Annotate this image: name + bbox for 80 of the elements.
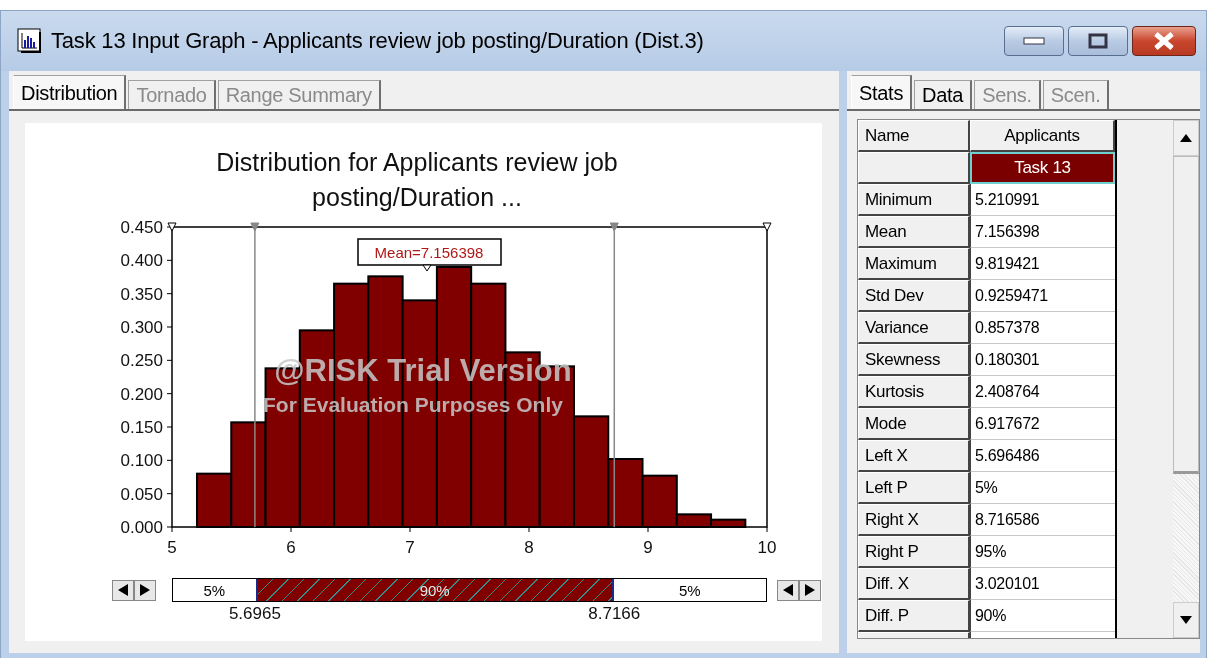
chart-window-icon	[17, 28, 43, 54]
scroll-down-button[interactable]	[1173, 602, 1199, 638]
row-header: Std Dev	[858, 280, 970, 312]
tab[interactable]: Distribution	[13, 75, 127, 109]
table-cell: 2.408764	[970, 376, 1115, 408]
x-axis-label: 7	[405, 538, 415, 557]
table-cell: 7.156398	[970, 216, 1115, 248]
right-arrow-icon	[805, 584, 815, 596]
table-cell: 9.819421	[970, 248, 1115, 280]
column-header[interactable]: Name	[858, 120, 970, 152]
y-axis-label: 0.000	[120, 518, 163, 537]
y-axis-label: 0.300	[120, 318, 163, 337]
range-bound-value: 8.7166	[588, 604, 641, 624]
mean-label: Mean=7.156398	[357, 238, 502, 266]
table-cell: 8.716586	[970, 504, 1115, 536]
table-cell: 3.020101	[970, 568, 1115, 600]
maximize-icon	[1088, 33, 1108, 49]
y-axis-label: 0.400	[120, 251, 163, 271]
row-header: Left X	[858, 440, 970, 472]
table-cell: 0.857378	[970, 312, 1115, 344]
up-arrow-icon	[1180, 134, 1192, 142]
tab[interactable]: Data	[914, 80, 973, 109]
x-axis-label: 6	[286, 538, 296, 557]
row-header: Mean	[858, 216, 970, 248]
table-cell: 0.180301	[970, 344, 1115, 376]
x-axis-label: 9	[643, 538, 653, 557]
maximize-button[interactable]	[1068, 26, 1128, 56]
x-axis-label: 10	[757, 538, 777, 557]
nudge-right-button[interactable]	[134, 579, 156, 601]
row-header: Mode	[858, 408, 970, 440]
row-header: Maximum	[858, 248, 970, 280]
table-cell: 6.917672	[970, 408, 1115, 440]
window-title: Task 13 Input Graph - Applicants review job posting/Duration (Dist.3)	[51, 28, 705, 54]
y-axis-label: 0.250	[120, 351, 163, 371]
delimiter-marker-icon[interactable]	[609, 222, 619, 232]
y-axis-label: 0.100	[120, 451, 163, 471]
minimize-icon	[1023, 37, 1045, 45]
table-cell: 5%	[970, 472, 1115, 504]
left-arrow-icon	[118, 584, 128, 596]
left-arrow-icon	[783, 584, 793, 596]
row-header: Right P	[858, 536, 970, 568]
row-header: Skewness	[858, 344, 970, 376]
tab[interactable]: Stats	[851, 75, 913, 109]
table-cell: 5.210991	[970, 184, 1115, 216]
table-cell: 0.9259471	[970, 280, 1115, 312]
row-header: Right X	[858, 504, 970, 536]
right-arrow-icon	[140, 584, 150, 596]
table-cell: 90%	[970, 600, 1115, 632]
scroll-up-button[interactable]	[1173, 120, 1199, 156]
table-cell: 95%	[970, 536, 1115, 568]
delimiter-marker-icon[interactable]	[762, 222, 772, 232]
delimiter-marker-icon[interactable]	[167, 222, 177, 232]
column-header[interactable]: Applicants	[970, 120, 1115, 152]
table-cell: 5.696486	[970, 440, 1115, 472]
nudge-left-button[interactable]	[112, 579, 134, 601]
mean-marker-icon	[422, 264, 432, 272]
nudge-left-button[interactable]	[777, 579, 799, 601]
range-bound-value: 5.6965	[228, 604, 281, 624]
y-axis-label: 0.050	[120, 484, 163, 504]
y-axis-label: 0.350	[120, 284, 163, 304]
row-header: Variance	[858, 312, 970, 344]
y-axis-label: 0.450	[120, 218, 163, 237]
nudge-right-button[interactable]	[799, 579, 821, 601]
scrollbar-thumb[interactable]	[1173, 156, 1199, 474]
row-header: Minimum	[858, 184, 970, 216]
x-axis-label: 5	[167, 538, 177, 557]
y-axis-label: 0.200	[120, 384, 163, 404]
row-header: Diff. P	[858, 600, 970, 632]
minimize-button[interactable]	[1004, 26, 1064, 56]
row-header: Diff. X	[858, 568, 970, 600]
down-arrow-icon	[1180, 616, 1192, 624]
row-header: Kurtosis	[858, 376, 970, 408]
series-label-cell: Task 13	[970, 152, 1115, 184]
row-header: Left P	[858, 472, 970, 504]
chart-title: Distribution for Applicants review job posting/Duration ...	[215, 147, 619, 213]
delimiter-marker-icon[interactable]	[250, 222, 260, 232]
x-axis-label: 8	[524, 538, 534, 557]
close-icon	[1153, 32, 1175, 50]
close-button[interactable]	[1132, 26, 1196, 56]
y-axis-label: 0.150	[120, 418, 163, 437]
